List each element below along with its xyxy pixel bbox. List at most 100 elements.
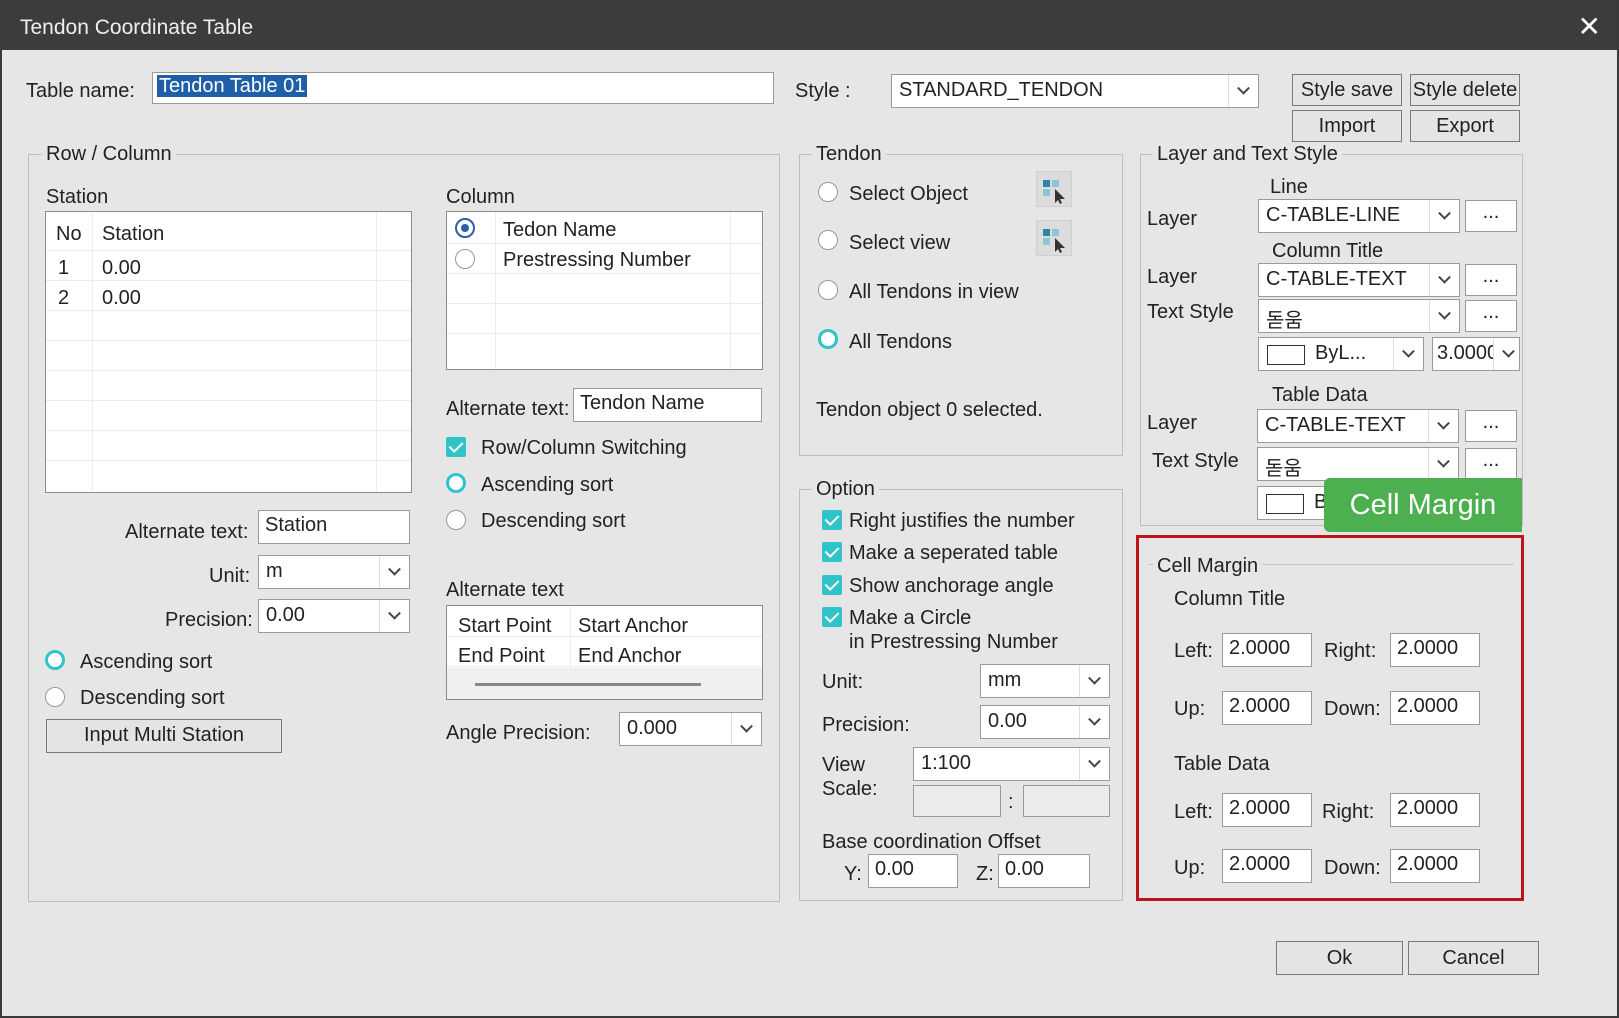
column-radio-tedon-name[interactable] [455, 218, 475, 238]
alternate-text-table[interactable]: Start Point Start Anchor End Point End A… [446, 605, 763, 700]
column-title-text-style-browse-button[interactable]: ... [1465, 300, 1517, 332]
select-object-pick-icon[interactable] [1036, 171, 1072, 207]
angle-precision-select[interactable]: 0.000 [619, 712, 762, 746]
cancel-button[interactable]: Cancel [1408, 941, 1539, 975]
style-label: Style : [795, 80, 851, 102]
make-circle-label-2: in Prestressing Number [849, 631, 1058, 653]
cm-ct-right-input[interactable]: 2.0000 [1390, 633, 1480, 667]
style-value: STANDARD_TENDON [899, 79, 1104, 101]
style-delete-button[interactable]: Style delete [1410, 74, 1520, 106]
station-table[interactable]: No Station 1 0.00 2 0.00 [45, 211, 412, 493]
chevron-down-icon [1429, 300, 1459, 332]
table-name-value: Tendon Table 01 [157, 75, 308, 97]
select-object-radio[interactable] [818, 182, 838, 202]
table-data-layer-select[interactable]: C-TABLE-TEXT [1257, 409, 1459, 443]
station-precision-select[interactable]: 0.00 [258, 599, 410, 633]
view-scale-label: View [822, 754, 865, 776]
column-title-text-style-select[interactable]: 돋움 [1258, 299, 1460, 333]
base-offset-label: Base coordination Offset [822, 831, 1041, 853]
make-circle-checkbox[interactable] [822, 607, 842, 627]
scale-denominator-input[interactable] [1023, 785, 1110, 817]
ok-button[interactable]: Ok [1276, 941, 1403, 975]
column-title-layer-value: C-TABLE-TEXT [1266, 268, 1407, 290]
horizontal-scrollbar[interactable] [447, 668, 762, 699]
line-layer-label: Layer [1147, 208, 1198, 230]
close-icon[interactable]: ✕ [1578, 10, 1601, 43]
select-view-pick-icon[interactable] [1036, 220, 1072, 256]
view-scale-select[interactable]: 1:100 [913, 747, 1110, 781]
column-descending-radio[interactable] [446, 510, 466, 530]
station-descending-radio[interactable] [45, 687, 65, 707]
offset-z-input[interactable]: 0.00 [998, 854, 1090, 888]
all-tendons-in-view-radio[interactable] [818, 280, 838, 300]
table-data-layer-browse-button[interactable]: ... [1465, 410, 1517, 442]
chevron-down-icon [1079, 706, 1109, 738]
export-button[interactable]: Export [1410, 110, 1520, 142]
line-layer-browse-button[interactable]: ... [1465, 200, 1517, 232]
offset-y-input[interactable]: 0.00 [868, 854, 958, 888]
chevron-down-icon [379, 600, 409, 632]
cm-td-left-input[interactable]: 2.0000 [1222, 793, 1312, 827]
table-name-input[interactable]: Tendon Table 01 [152, 72, 774, 104]
option-precision-select[interactable]: 0.00 [980, 705, 1110, 739]
column-title-text-style-label: Text Style [1147, 301, 1234, 323]
option-group-title: Option [812, 478, 879, 501]
cm-ct-up-input[interactable]: 2.0000 [1222, 691, 1312, 725]
table-data-layer-label: Layer [1147, 412, 1198, 434]
height-value: 3.0000 [1437, 342, 1499, 364]
row-column-switching-checkbox[interactable] [446, 437, 466, 457]
table-data-text-style-browse-button[interactable]: ... [1465, 448, 1517, 480]
style-save-button[interactable]: Style save [1292, 74, 1402, 106]
column-title-height-select[interactable]: 3.0000 [1432, 337, 1520, 371]
table-data-text-style-label: Text Style [1152, 450, 1239, 472]
tendon-status-text: Tendon object 0 selected. [816, 399, 1043, 421]
column-alt-text-label: Alternate text: [446, 398, 570, 420]
column-ascending-radio[interactable] [446, 473, 466, 493]
right-justify-checkbox[interactable] [822, 510, 842, 530]
column-title-color-select[interactable]: ByL... [1258, 337, 1424, 371]
title-bar: Tendon Coordinate Table ✕ [2, 2, 1617, 50]
scale-numerator-input[interactable] [913, 785, 1001, 817]
option-precision-value: 0.00 [988, 710, 1027, 732]
cm-td-down-input[interactable]: 2.0000 [1390, 849, 1480, 883]
column-radio-prestressing[interactable] [455, 249, 475, 269]
station-descending-label: Descending sort [80, 687, 225, 709]
cm-ct-down-label: Down: [1324, 698, 1381, 720]
column-title-layer-browse-button[interactable]: ... [1465, 264, 1517, 296]
scrollbar-thumb[interactable] [475, 683, 701, 686]
column-title-label: Column Title [1272, 240, 1384, 262]
anchorage-angle-checkbox[interactable] [822, 575, 842, 595]
table-cell: 0.00 [102, 257, 141, 279]
import-button[interactable]: Import [1292, 110, 1402, 142]
select-object-label: Select Object [849, 183, 968, 205]
column-alt-text-input[interactable]: Tendon Name [573, 388, 762, 422]
cm-td-up-input[interactable]: 2.0000 [1222, 849, 1312, 883]
chevron-down-icon [1493, 338, 1519, 370]
table-data-text-style-select[interactable]: 돋움 [1257, 447, 1459, 481]
cm-ct-left-input[interactable]: 2.0000 [1222, 633, 1312, 667]
chevron-down-icon [1428, 410, 1458, 442]
style-select[interactable]: STANDARD_TENDON [891, 74, 1259, 108]
column-title-layer-select[interactable]: C-TABLE-TEXT [1258, 263, 1460, 297]
option-unit-select[interactable]: mm [980, 664, 1110, 698]
select-view-radio[interactable] [818, 230, 838, 250]
view-scale-label-2: Scale: [822, 778, 878, 800]
cm-ct-left-label: Left: [1174, 640, 1213, 662]
table-cell: End Point [458, 645, 545, 667]
cm-td-right-input[interactable]: 2.0000 [1390, 793, 1480, 827]
unit-value: m [266, 560, 283, 582]
all-tendons-radio[interactable] [818, 329, 838, 349]
table-data-layer-value: C-TABLE-TEXT [1265, 414, 1406, 436]
line-layer-select[interactable]: C-TABLE-LINE [1258, 199, 1460, 233]
station-alt-text-input[interactable]: Station [258, 510, 410, 544]
station-col-no: No [56, 223, 82, 245]
station-precision-label: Precision: [165, 609, 253, 631]
station-unit-select[interactable]: m [258, 555, 410, 589]
cm-ct-up-label: Up: [1174, 698, 1206, 720]
cm-td-down-label: Down: [1324, 857, 1381, 879]
input-multi-station-button[interactable]: Input Multi Station [46, 719, 282, 753]
separated-table-checkbox[interactable] [822, 542, 842, 562]
cm-ct-down-input[interactable]: 2.0000 [1390, 691, 1480, 725]
station-ascending-radio[interactable] [45, 650, 65, 670]
column-list[interactable]: Tedon Name Prestressing Number [446, 211, 763, 370]
